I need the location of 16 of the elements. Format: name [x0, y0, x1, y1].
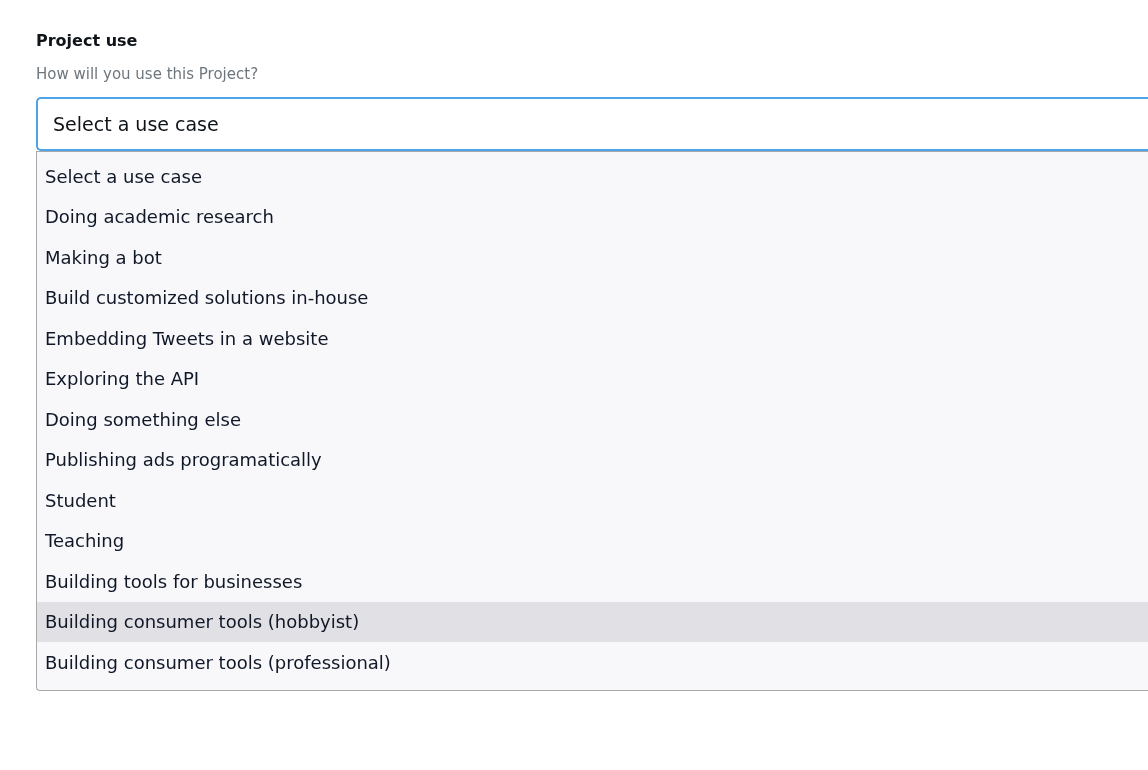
use-case-select[interactable]: Select a use case: [36, 97, 1148, 151]
dropdown-option[interactable]: Teaching: [37, 520, 1148, 561]
dropdown-option[interactable]: Embedding Tweets in a website: [37, 318, 1148, 359]
dropdown-option[interactable]: Build customized solutions in-house: [37, 277, 1148, 318]
dropdown-option[interactable]: Building tools for businesses: [37, 561, 1148, 602]
field-hint: How will you use this Project?: [36, 64, 260, 84]
dropdown-option[interactable]: Doing something else: [37, 399, 1148, 440]
dropdown-option[interactable]: Making a bot: [37, 237, 1148, 278]
field-label: Project use: [36, 30, 139, 52]
dropdown-option[interactable]: Doing academic research: [37, 196, 1148, 237]
dropdown-option[interactable]: Building consumer tools (professional): [37, 642, 1148, 683]
dropdown-option[interactable]: Select a use case: [37, 156, 1148, 197]
dropdown-option[interactable]: Exploring the API: [37, 358, 1148, 399]
dropdown-option[interactable]: Publishing ads programatically: [37, 439, 1148, 480]
dropdown-option[interactable]: Student: [37, 480, 1148, 521]
dropdown-option[interactable]: Building consumer tools (hobbyist): [37, 601, 1148, 642]
